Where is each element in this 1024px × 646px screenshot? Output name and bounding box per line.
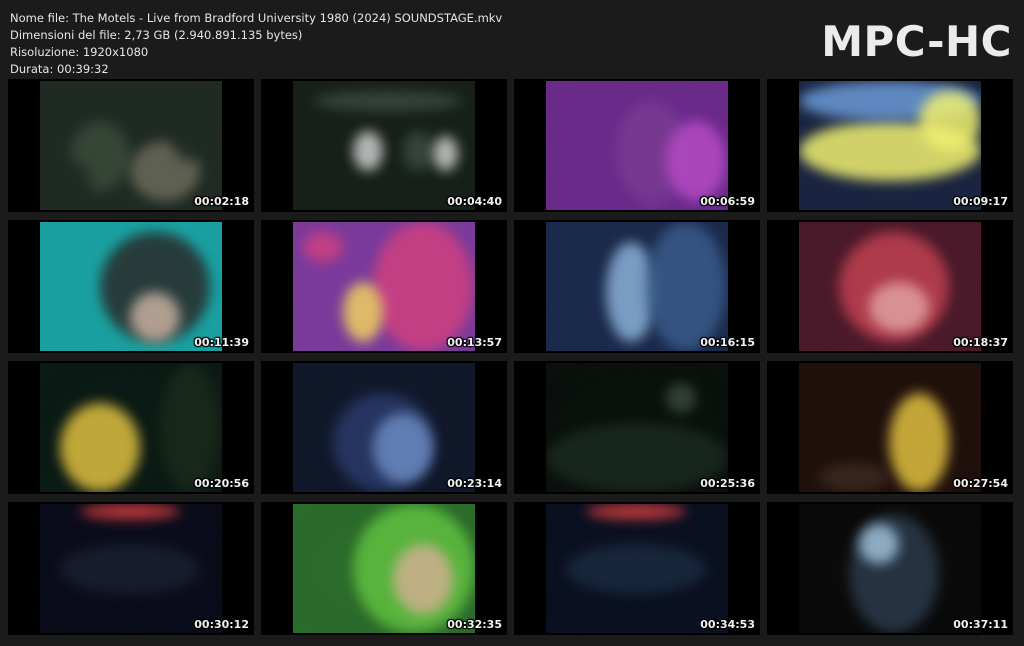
video-thumbnail[interactable]: 00:27:54 [767, 361, 1013, 494]
thumbnail-frame-image [293, 504, 475, 633]
thumbnail-frame-image [546, 363, 728, 492]
video-thumbnail[interactable]: 00:34:53 [514, 502, 760, 635]
thumbnail-frame-image [293, 222, 475, 351]
thumbnail-timestamp: 00:37:11 [953, 618, 1008, 631]
thumbnail-frame-image [546, 222, 728, 351]
file-info: Nome file: The Motels - Live from Bradfo… [10, 10, 502, 78]
app-logo: MPC-HC [821, 17, 1012, 66]
thumbnail-timestamp: 00:34:53 [700, 618, 755, 631]
thumbnail-timestamp: 00:06:59 [700, 195, 755, 208]
thumbnail-frame-image [799, 222, 981, 351]
thumbnail-frame-image [293, 363, 475, 492]
thumbnail-frame-image [40, 504, 222, 633]
thumbnail-timestamp: 00:09:17 [953, 195, 1008, 208]
thumbnail-frame-image [799, 363, 981, 492]
thumbnail-frame-image [799, 81, 981, 210]
video-thumbnail[interactable]: 00:02:18 [8, 79, 254, 212]
thumbnail-frame-image [40, 81, 222, 210]
thumbnail-timestamp: 00:13:57 [447, 336, 502, 349]
resolution: Risoluzione: 1920x1080 [10, 45, 149, 59]
video-thumbnail[interactable]: 00:16:15 [514, 220, 760, 353]
video-thumbnail[interactable]: 00:32:35 [261, 502, 507, 635]
thumbnail-frame-image [546, 504, 728, 633]
video-thumbnail[interactable]: 00:25:36 [514, 361, 760, 494]
video-thumbnail[interactable]: 00:37:11 [767, 502, 1013, 635]
thumbnail-frame-image [799, 504, 981, 633]
thumbnail-frame-image [40, 363, 222, 492]
video-thumbnail[interactable]: 00:04:40 [261, 79, 507, 212]
thumbnail-timestamp: 00:16:15 [700, 336, 755, 349]
file-size: Dimensioni del file: 2,73 GB (2.940.891.… [10, 28, 303, 42]
thumbnail-timestamp: 00:02:18 [194, 195, 249, 208]
thumbnail-timestamp: 00:27:54 [953, 477, 1008, 490]
duration: Durata: 00:39:32 [10, 62, 109, 76]
video-thumbnail[interactable]: 00:23:14 [261, 361, 507, 494]
thumbnail-frame-image [40, 222, 222, 351]
thumbnail-timestamp: 00:18:37 [953, 336, 1008, 349]
thumbnail-timestamp: 00:11:39 [194, 336, 249, 349]
video-thumbnail[interactable]: 00:13:57 [261, 220, 507, 353]
video-thumbnail[interactable]: 00:30:12 [8, 502, 254, 635]
thumbnail-frame-image [293, 81, 475, 210]
video-thumbnail[interactable]: 00:11:39 [8, 220, 254, 353]
video-thumbnail[interactable]: 00:06:59 [514, 79, 760, 212]
thumbnail-timestamp: 00:04:40 [447, 195, 502, 208]
thumbnail-timestamp: 00:30:12 [194, 618, 249, 631]
video-thumbnail[interactable]: 00:20:56 [8, 361, 254, 494]
thumbnail-sheet: Nome file: The Motels - Live from Bradfo… [0, 0, 1024, 646]
thumbnail-frame-image [546, 81, 728, 210]
thumbnail-timestamp: 00:23:14 [447, 477, 502, 490]
thumbnail-timestamp: 00:25:36 [700, 477, 755, 490]
file-name: Nome file: The Motels - Live from Bradfo… [10, 11, 503, 25]
video-thumbnail[interactable]: 00:09:17 [767, 79, 1013, 212]
thumbnail-timestamp: 00:32:35 [447, 618, 502, 631]
thumbnail-grid: 00:02:18 00:04:40 00:06:59 00:09:17 00:11:39… [8, 79, 1016, 635]
video-thumbnail[interactable]: 00:18:37 [767, 220, 1013, 353]
thumbnail-timestamp: 00:20:56 [194, 477, 249, 490]
